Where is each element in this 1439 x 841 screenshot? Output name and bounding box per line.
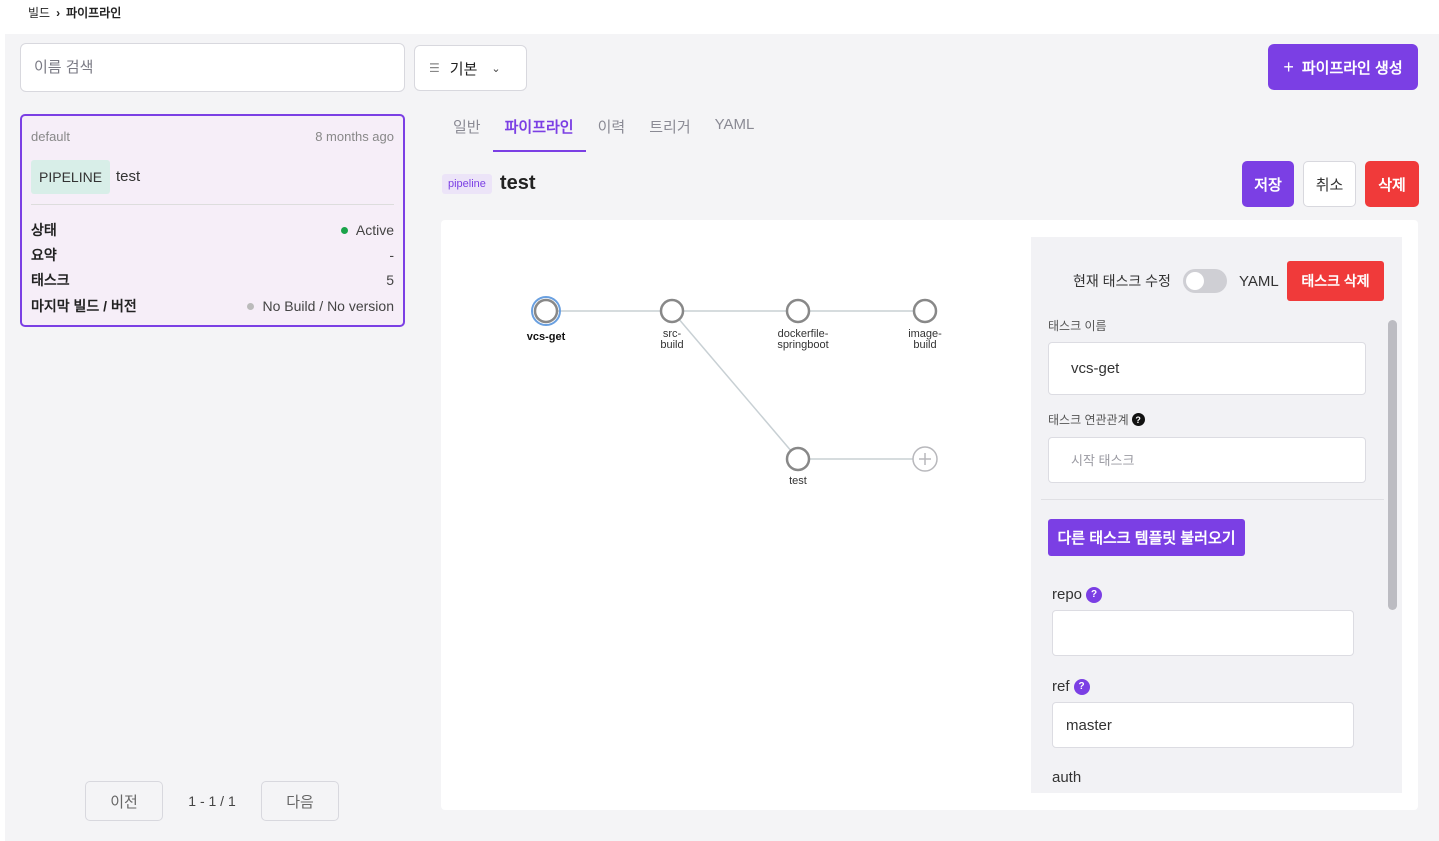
pipeline-tag: pipeline bbox=[442, 173, 492, 194]
card-row-tasks: 태스크 5 bbox=[31, 270, 394, 290]
breadcrumb-parent[interactable]: 빌드 bbox=[28, 4, 50, 21]
ref-input[interactable] bbox=[1052, 702, 1354, 748]
tab-bar: 일반 파이프라인 이력 트리거 YAML bbox=[441, 108, 766, 152]
graph-node-image-build[interactable]: image- build bbox=[908, 298, 942, 351]
card-row-value: - bbox=[389, 247, 394, 263]
delete-button[interactable]: 삭제 bbox=[1365, 161, 1419, 207]
card-row-key: 상태 bbox=[31, 222, 57, 238]
task-name-input[interactable] bbox=[1048, 342, 1366, 395]
task-relation-label: 태스크 연관관계 bbox=[1048, 413, 1129, 427]
pagination: 이전 1 - 1 / 1 다음 bbox=[85, 781, 339, 821]
sliders-icon: ☰ bbox=[429, 61, 440, 75]
pipeline-title-row: pipeline test bbox=[442, 172, 536, 195]
search-input[interactable] bbox=[20, 43, 405, 92]
breadcrumb-separator-icon: › bbox=[56, 5, 61, 20]
toggle-knob bbox=[1185, 272, 1204, 290]
repo-label: repo bbox=[1052, 586, 1083, 603]
graph-node-dockerfile-springboot[interactable]: dockerfile- springboot bbox=[777, 298, 829, 351]
card-pipeline-name: test bbox=[116, 168, 141, 185]
tab-pipeline[interactable]: 파이프라인 bbox=[492, 108, 586, 152]
task-name-label: 태스크 이름 bbox=[1048, 319, 1107, 333]
card-age: 8 months ago bbox=[315, 129, 394, 144]
pipeline-badge: PIPELINE bbox=[31, 160, 111, 194]
graph-node-test[interactable]: test bbox=[785, 446, 811, 487]
save-button[interactable]: 저장 bbox=[1242, 161, 1294, 207]
yaml-toggle[interactable] bbox=[1182, 269, 1227, 293]
auth-label: auth bbox=[1052, 769, 1082, 786]
task-edit-panel: 현재 태스크 수정 YAML 태스크 삭제 태스크 이름 태스크 연관관계 ? … bbox=[1031, 237, 1402, 793]
tab-history[interactable]: 이력 bbox=[586, 108, 638, 152]
card-row-value: 5 bbox=[386, 272, 394, 288]
page-info: 1 - 1 / 1 bbox=[188, 793, 236, 809]
help-icon[interactable]: ? bbox=[1086, 586, 1103, 603]
tab-general[interactable]: 일반 bbox=[441, 108, 493, 152]
card-row-key: 마지막 빌드 / 버전 bbox=[31, 298, 137, 314]
breadcrumb: 빌드 › 파이프라인 bbox=[28, 4, 121, 21]
help-icon[interactable]: ? bbox=[1073, 678, 1090, 695]
card-namespace: default bbox=[31, 129, 71, 144]
chevron-down-icon: ⌄ bbox=[491, 62, 501, 75]
card-row-last-build: 마지막 빌드 / 버전 No Build / No version bbox=[31, 296, 394, 316]
repo-label-row: repo ? bbox=[1052, 586, 1103, 603]
prev-page-button[interactable]: 이전 bbox=[85, 781, 163, 821]
plus-icon: + bbox=[1283, 56, 1294, 77]
tab-yaml[interactable]: YAML bbox=[703, 108, 767, 152]
card-row-value: No Build / No version bbox=[262, 298, 394, 314]
status-active-icon bbox=[340, 226, 348, 234]
card-row-status: 상태 Active bbox=[31, 220, 394, 240]
graph-node-vcs-get[interactable]: vcs-get bbox=[527, 296, 566, 343]
yaml-toggle-label: YAML bbox=[1238, 272, 1279, 290]
breadcrumb-current: 파이프라인 bbox=[66, 6, 122, 20]
node-label: vcs-get bbox=[527, 331, 566, 343]
node-label-line-2: build bbox=[660, 339, 683, 351]
load-template-button[interactable]: 다른 태스크 템플릿 불러오기 bbox=[1048, 519, 1245, 556]
cancel-button[interactable]: 취소 bbox=[1303, 161, 1356, 207]
tab-trigger[interactable]: 트리거 bbox=[637, 108, 702, 152]
filter-label: 기본 bbox=[449, 60, 478, 78]
page-title: test bbox=[499, 172, 536, 194]
node-label-line-2: build bbox=[913, 339, 936, 351]
ref-label: ref bbox=[1052, 678, 1070, 695]
card-divider bbox=[31, 204, 394, 205]
pipeline-card[interactable]: default 8 months ago PIPELINE test 상태 Ac… bbox=[20, 114, 405, 327]
card-row-summary: 요약 - bbox=[31, 245, 394, 265]
task-relation-label-row: 태스크 연관관계 ? bbox=[1048, 411, 1145, 428]
task-relation-input[interactable] bbox=[1048, 437, 1366, 483]
ref-label-row: ref ? bbox=[1052, 678, 1090, 695]
graph-node-src-build[interactable]: src- build bbox=[659, 298, 685, 351]
next-page-button[interactable]: 다음 bbox=[261, 781, 339, 821]
panel-header: 현재 태스크 수정 YAML bbox=[1073, 269, 1279, 293]
node-label: test bbox=[789, 475, 807, 487]
card-row-value: Active bbox=[355, 222, 394, 238]
create-pipeline-label: 파이프라인 생성 bbox=[1301, 59, 1403, 77]
card-row-key: 요약 bbox=[31, 247, 57, 263]
repo-input[interactable] bbox=[1052, 610, 1354, 656]
delete-task-button[interactable]: 태스크 삭제 bbox=[1287, 261, 1384, 301]
section-divider bbox=[1041, 499, 1384, 500]
status-none-icon bbox=[247, 302, 255, 310]
card-row-key: 태스크 bbox=[31, 272, 70, 288]
panel-scrollbar[interactable] bbox=[1388, 320, 1397, 610]
edit-task-label: 현재 태스크 수정 bbox=[1073, 273, 1171, 289]
help-icon[interactable]: ? bbox=[1131, 413, 1145, 426]
node-label-line-2: springboot bbox=[777, 339, 828, 351]
filter-dropdown[interactable]: ☰ 기본 ⌄ bbox=[414, 45, 527, 91]
create-pipeline-button[interactable]: + 파이프라인 생성 bbox=[1268, 44, 1418, 90]
add-task-icon[interactable] bbox=[912, 446, 938, 472]
pipeline-graph: vcs-get src- build dockerfile- springboo… bbox=[527, 296, 942, 487]
card-header: default 8 months ago bbox=[31, 129, 394, 144]
